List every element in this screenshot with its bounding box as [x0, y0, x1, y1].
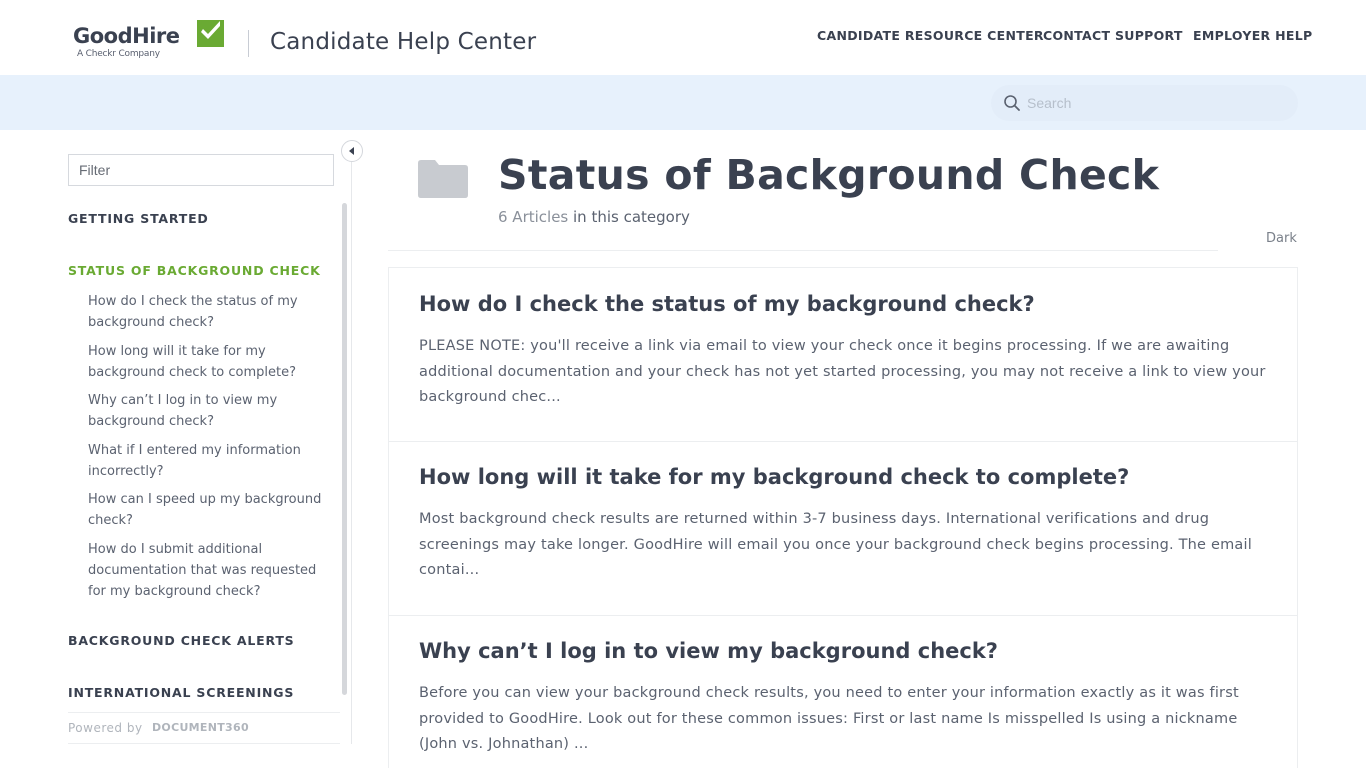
article-title[interactable]: Why can’t I log in to view my background…	[419, 639, 998, 663]
article-card[interactable]: How long will it take for my background …	[389, 442, 1297, 616]
site-header: GoodHire A Checkr Company Candidate Help…	[0, 0, 1366, 75]
sidebar-article-link[interactable]: What if I entered my information incorre…	[88, 440, 333, 482]
article-count: 6 Articles in this category	[498, 208, 690, 226]
article-count-suffix: in this category	[568, 208, 690, 226]
article-excerpt: Before you can view your background chec…	[419, 685, 1239, 752]
article-excerpt: Most background check results are return…	[419, 511, 1252, 578]
sidebar-scroll-clip: INTERNATIONAL SCREENINGS	[68, 685, 348, 697]
goodhire-logo[interactable]: GoodHire A Checkr Company	[73, 20, 225, 62]
sidebar-category-status-of-background-check[interactable]: STATUS OF BACKGROUND CHECK	[68, 263, 321, 278]
nav-contact-support[interactable]: CONTACT SUPPORT	[1043, 28, 1183, 43]
nav-candidate-resource-center[interactable]: CANDIDATE RESOURCE CENTER	[817, 28, 1044, 43]
filter-input[interactable]	[68, 154, 334, 186]
checkmark-logo-icon	[197, 20, 224, 47]
sidebar-article-link[interactable]: How long will it take for my background …	[88, 341, 333, 383]
sidebar-category-international-screenings[interactable]: INTERNATIONAL SCREENINGS	[68, 685, 294, 697]
collapse-sidebar-button[interactable]	[341, 140, 363, 162]
powered-by-footer: Powered by DOCUMENT360	[68, 712, 340, 744]
document360-logo[interactable]: DOCUMENT360	[152, 721, 249, 734]
article-count-number: 6 Articles	[498, 208, 569, 226]
article-title[interactable]: How long will it take for my background …	[419, 465, 1129, 489]
dark-mode-toggle[interactable]: Dark	[1266, 231, 1297, 246]
sidebar-article-link[interactable]: How do I submit additional documentation…	[88, 539, 333, 602]
article-list: How do I check the status of my backgrou…	[388, 267, 1298, 768]
header-divider	[248, 30, 249, 57]
sidebar-article-link[interactable]: Why can’t I log in to view my background…	[88, 390, 333, 432]
site-title[interactable]: Candidate Help Center	[270, 29, 536, 55]
search-band	[0, 75, 1366, 130]
sidebar-divider	[351, 162, 352, 744]
search-box[interactable]	[991, 85, 1298, 121]
logo-wordmark: GoodHire	[73, 24, 180, 48]
sidebar-scrollbar[interactable]	[342, 203, 347, 695]
sidebar-category-background-check-alerts[interactable]: BACKGROUND CHECK ALERTS	[68, 633, 294, 648]
search-icon	[1004, 95, 1020, 111]
logo-tagline: A Checkr Company	[77, 49, 160, 59]
search-input[interactable]	[1027, 91, 1287, 115]
category-title: Status of Background Check	[498, 151, 1160, 199]
article-title[interactable]: How do I check the status of my backgrou…	[419, 292, 1035, 316]
sidebar: GETTING STARTED STATUS OF BACKGROUND CHE…	[0, 130, 363, 768]
nav-employer-help[interactable]: EMPLOYER HELP	[1193, 28, 1312, 43]
article-excerpt: PLEASE NOTE: you'll receive a link via e…	[419, 338, 1266, 405]
article-card[interactable]: Why can’t I log in to view my background…	[389, 616, 1297, 768]
powered-by-label: Powered by	[68, 721, 143, 735]
sidebar-article-link[interactable]: How do I check the status of my backgrou…	[88, 291, 333, 333]
header-rule	[388, 250, 1218, 251]
sidebar-category-getting-started[interactable]: GETTING STARTED	[68, 211, 209, 226]
sidebar-article-link[interactable]: How can I speed up my background check?	[88, 489, 333, 531]
article-card[interactable]: How do I check the status of my backgrou…	[389, 268, 1297, 442]
folder-icon	[418, 160, 468, 198]
